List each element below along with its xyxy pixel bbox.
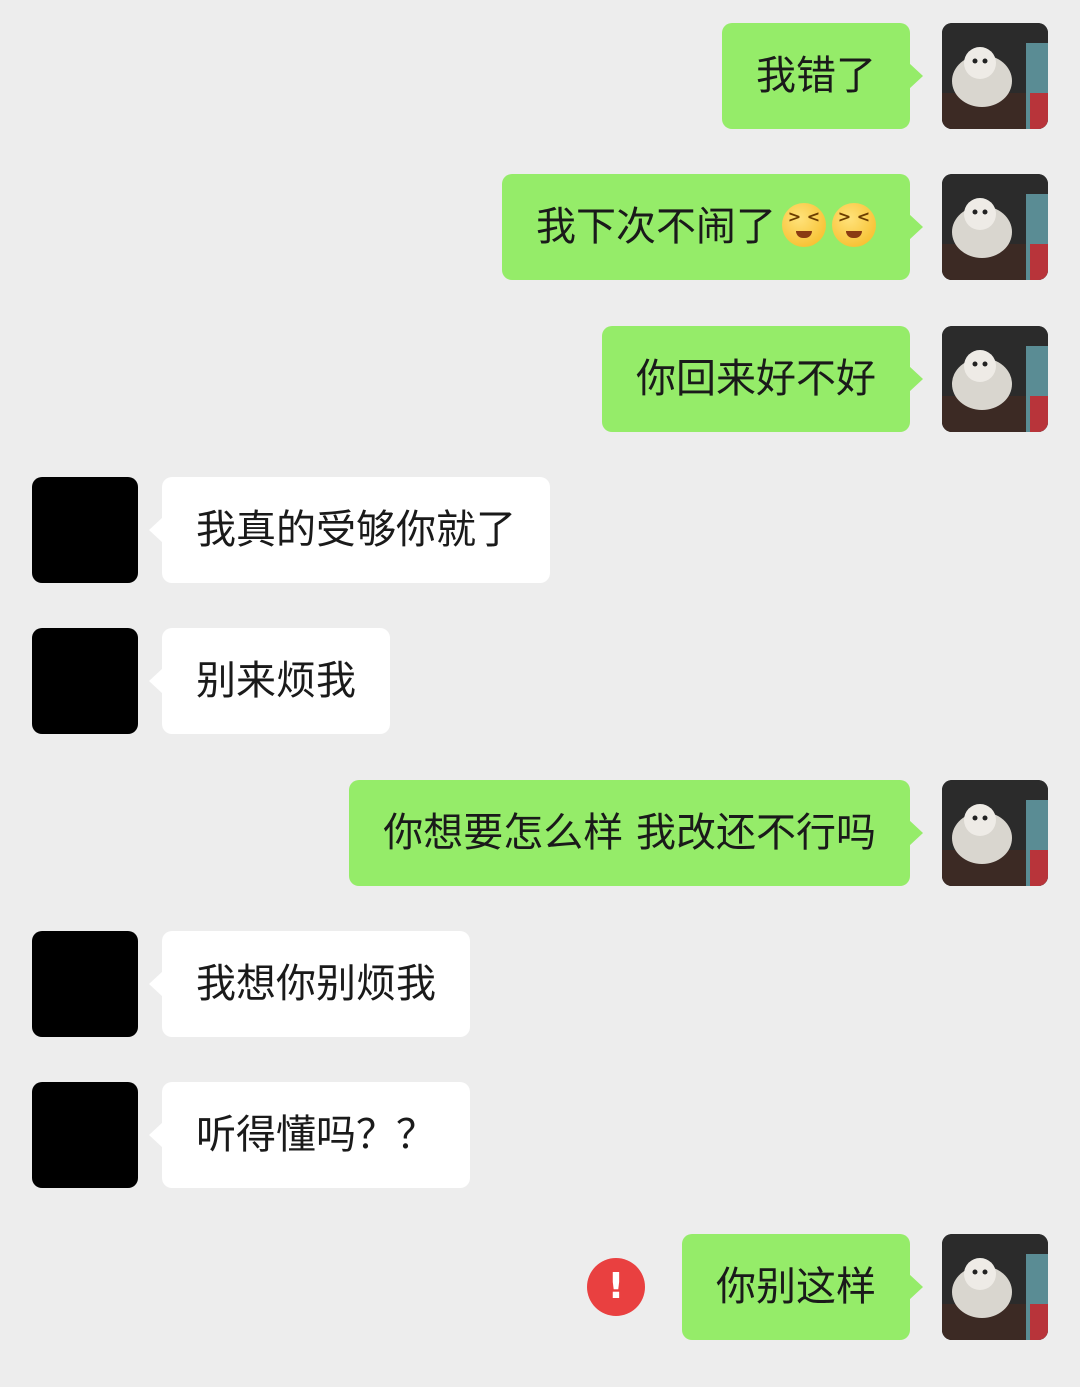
crying-face-icon: [782, 203, 826, 247]
message-bubble-received[interactable]: 别来烦我: [149, 628, 390, 734]
message-bubble-sent[interactable]: 你想要怎么样 我改还不行吗: [349, 780, 923, 886]
message-text: 我错了: [756, 53, 876, 99]
message-text: 听得懂吗？？: [196, 1112, 436, 1158]
message-text: 别来烦我: [196, 658, 356, 704]
chat-thread: 我错了 我下次不闹了> <> < 你回来好不好 我真的受够你就了 别来烦我 你想…: [0, 0, 1080, 1387]
contact-avatar[interactable]: [32, 931, 138, 1037]
crying-face-icon: [832, 203, 876, 247]
message-row: 听得懂吗？？: [0, 1082, 1080, 1188]
message-bubble-sent[interactable]: 我错了: [722, 23, 923, 129]
message-text: 你回来好不好: [636, 356, 876, 402]
message-row: 我想你别烦我: [0, 931, 1080, 1037]
message-row: 我错了: [0, 23, 1080, 129]
message-bubble-sent[interactable]: 我下次不闹了: [502, 174, 923, 280]
message-bubble-received[interactable]: 我想你别烦我: [149, 931, 470, 1037]
my-avatar[interactable]: [942, 780, 1048, 886]
send-failed-icon[interactable]: !: [587, 1258, 645, 1316]
message-bubble-sent[interactable]: 你回来好不好: [602, 326, 923, 432]
message-row: 你回来好不好: [0, 326, 1080, 432]
message-row: 别来烦我: [0, 628, 1080, 734]
my-avatar[interactable]: [942, 23, 1048, 129]
contact-avatar[interactable]: [32, 477, 138, 583]
message-text: 我想你别烦我: [196, 961, 436, 1007]
message-row: 我真的受够你就了: [0, 477, 1080, 583]
message-row: 你想要怎么样 我改还不行吗: [0, 780, 1080, 886]
my-avatar[interactable]: [942, 326, 1048, 432]
message-bubble-received[interactable]: 我真的受够你就了: [149, 477, 550, 583]
my-avatar[interactable]: [942, 174, 1048, 280]
message-row: ! 你别这样: [0, 1234, 1080, 1340]
message-text: 我真的受够你就了: [196, 507, 516, 553]
message-text: 我下次不闹了: [536, 204, 776, 250]
my-avatar[interactable]: [942, 1234, 1048, 1340]
message-row: 我下次不闹了: [0, 174, 1080, 280]
contact-avatar[interactable]: [32, 628, 138, 734]
message-text: 你别这样: [716, 1264, 876, 1310]
contact-avatar[interactable]: [32, 1082, 138, 1188]
message-text: 你想要怎么样 我改还不行吗: [383, 810, 876, 856]
message-bubble-sent[interactable]: 你别这样: [682, 1234, 923, 1340]
message-bubble-received[interactable]: 听得懂吗？？: [149, 1082, 470, 1188]
